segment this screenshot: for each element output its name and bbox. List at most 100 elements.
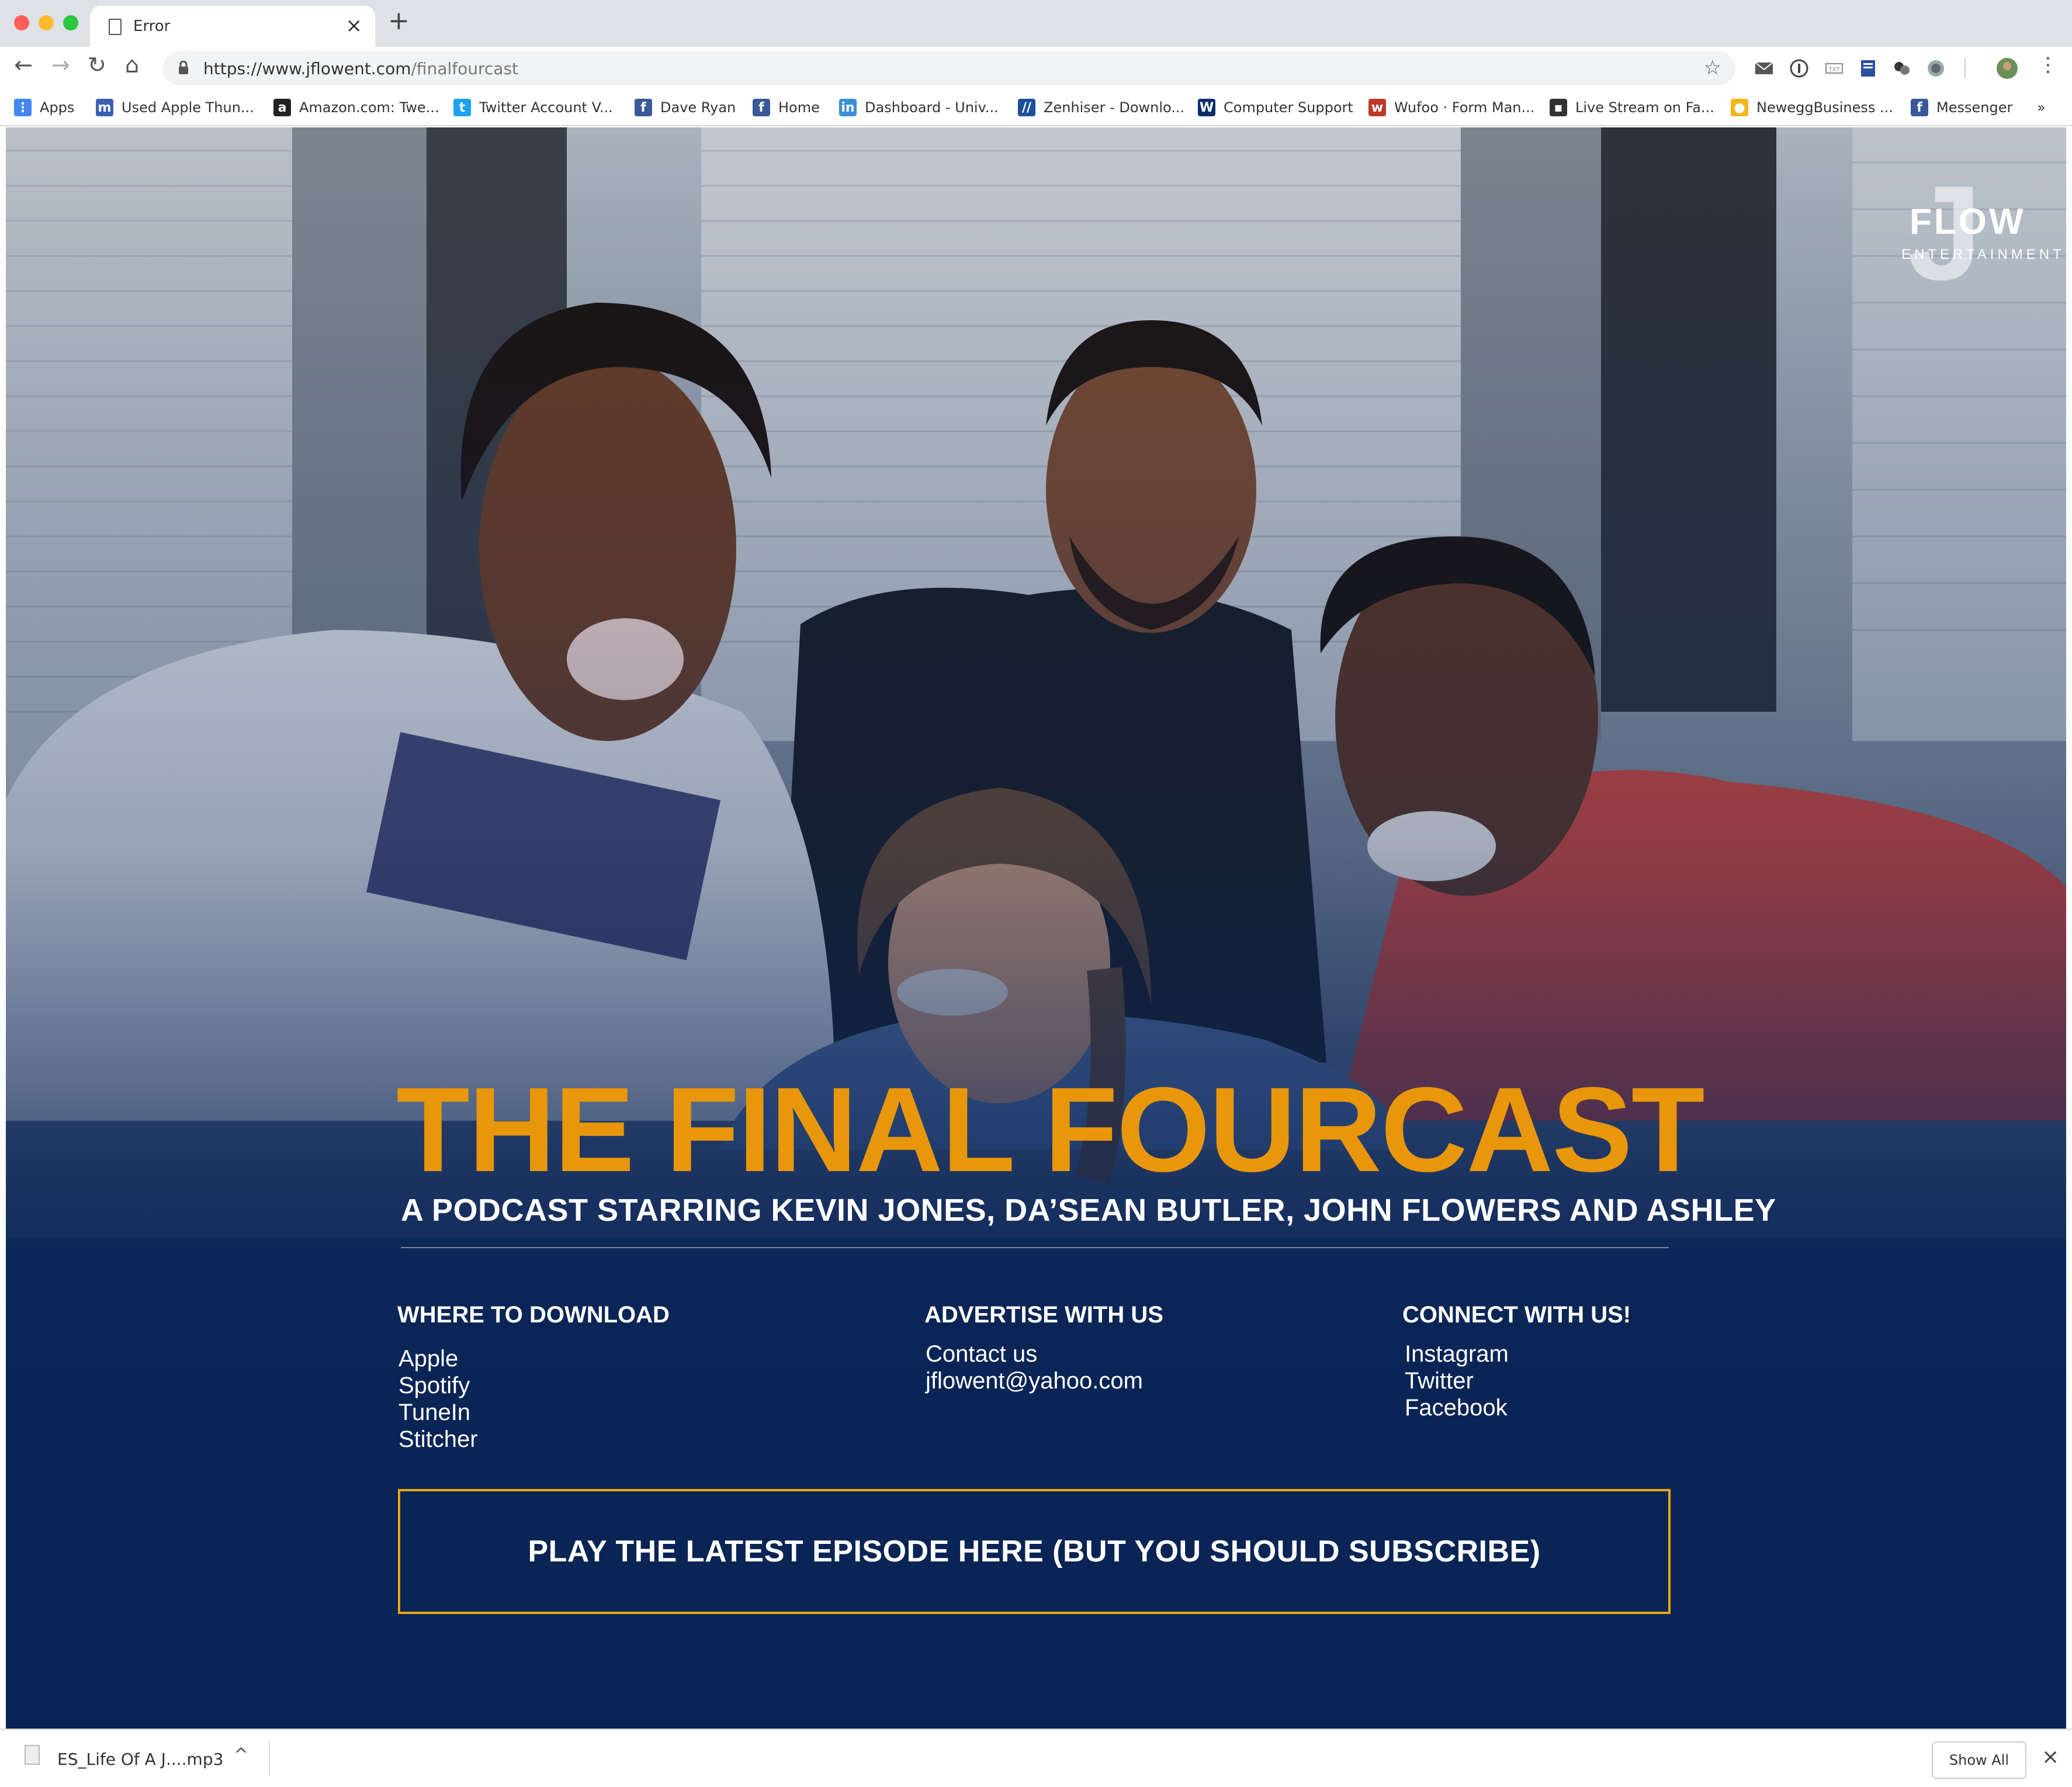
bookmark-item[interactable]: ▪ Live Stream on Fa... <box>1550 96 1714 119</box>
divider <box>401 1247 1669 1248</box>
jflow-logo: J FLOW ENTERTAINMENT <box>1890 166 2061 300</box>
tab-title: Error <box>133 18 171 35</box>
bookmarks-bar: ⋮ Apps m Used Apple Thun... a Amazon.com: Twe… <box>0 90 2072 126</box>
shelf-divider <box>269 1741 270 1776</box>
bookmark-star-icon[interactable]: ☆ <box>1704 56 1721 79</box>
bookmark-item[interactable]: f Home <box>753 96 820 119</box>
bookmark-label: Amazon.com: Twe... <box>299 99 439 116</box>
facebook-icon: f <box>1911 99 1928 116</box>
bookmark-item[interactable]: // Zenhiser - Downlo... <box>1018 96 1184 119</box>
close-shelf-icon[interactable]: × <box>2042 1745 2059 1769</box>
bookmark-item[interactable]: t Twitter Account V... <box>453 96 613 119</box>
bookmark-item[interactable]: m Used Apple Thun... <box>96 96 254 119</box>
link-facebook[interactable]: Facebook <box>1405 1394 1509 1421</box>
page-title: THE FINAL FOURCAST <box>396 1062 1705 1197</box>
dashboard-icon: in <box>839 99 857 116</box>
reader-extension-icon[interactable] <box>1858 58 1878 78</box>
amazon-icon: a <box>273 99 291 116</box>
address-bar[interactable]: https://www.jflowent.com/finalfourcast ☆ <box>162 51 1735 85</box>
bookmark-label: Twitter Account V... <box>479 99 613 116</box>
livestream-icon: ▪ <box>1550 99 1567 116</box>
link-stitcher[interactable]: Stitcher <box>399 1426 478 1453</box>
connect-heading: CONNECT WITH US! <box>1402 1302 1631 1328</box>
social-links: Instagram Twitter Facebook <box>1405 1341 1509 1421</box>
menu-kebab-icon[interactable]: ⋮ <box>2038 55 2058 75</box>
1password-extension-icon[interactable] <box>1789 58 1809 78</box>
profile-avatar[interactable] <box>1996 57 2018 79</box>
forward-icon[interactable]: → <box>51 54 70 76</box>
txt-extension-icon[interactable]: TXT <box>1824 58 1844 78</box>
bookmark-item[interactable]: in Dashboard - Univ... <box>839 96 999 119</box>
bookmark-label: Home <box>778 99 820 116</box>
logo-wordmark: FLOW <box>1910 202 2026 242</box>
bookmark-label: NeweggBusiness ... <box>1756 99 1893 116</box>
toolbar-divider <box>1964 58 1966 78</box>
show-all-button[interactable]: Show All <box>1932 1741 2026 1779</box>
url-text: https://www.jflowent.com/finalfourcast <box>203 59 519 78</box>
zenhiser-icon: // <box>1018 99 1035 116</box>
browser-window: Error × + ← → ↻ ⌂ https://www.jflowent.c… <box>0 0 2072 1787</box>
link-twitter[interactable]: Twitter <box>1405 1367 1509 1394</box>
tab-close-icon[interactable]: × <box>346 14 363 37</box>
close-window-button[interactable] <box>14 15 29 30</box>
link-instagram[interactable]: Instagram <box>1405 1341 1509 1367</box>
bookmark-item[interactable]: w Wufoo · Form Man... <box>1368 96 1534 119</box>
advertise-heading: ADVERTISE WITH US <box>924 1302 1163 1328</box>
link-tunein[interactable]: TuneIn <box>399 1399 478 1426</box>
svg-text:TXT: TXT <box>1828 67 1841 73</box>
logo-subtitle: ENTERTAINMENT <box>1901 247 2065 262</box>
chevron-up-icon[interactable]: ^ <box>234 1745 248 1765</box>
play-latest-episode-button[interactable]: PLAY THE LATEST EPISODE HERE (BUT YOU SH… <box>398 1489 1671 1614</box>
link-email[interactable]: jflowent@yahoo.com <box>926 1367 1143 1394</box>
link-spotify[interactable]: Spotify <box>399 1372 478 1399</box>
hero-photo <box>6 127 2066 1729</box>
minimize-window-button[interactable] <box>39 15 54 30</box>
new-tab-button[interactable]: + <box>388 8 410 34</box>
wv-icon: W <box>1198 99 1215 116</box>
advertise-links: Contact us jflowent@yahoo.com <box>926 1341 1143 1394</box>
audio-file-icon <box>25 1745 40 1765</box>
newegg-icon: ● <box>1731 99 1748 116</box>
tab-strip: Error × + <box>0 0 2072 47</box>
download-heading: WHERE TO DOWNLOAD <box>397 1302 670 1328</box>
bookmark-item[interactable]: a Amazon.com: Twe... <box>273 96 439 119</box>
bookmarks-overflow-icon[interactable]: » <box>2037 96 2046 119</box>
bookmark-label: Live Stream on Fa... <box>1575 99 1714 116</box>
apps-grid-icon: ⋮ <box>14 99 32 116</box>
mail-extension-icon[interactable] <box>1754 58 1774 78</box>
link-apple[interactable]: Apple <box>399 1345 478 1372</box>
reload-icon[interactable]: ↻ <box>88 54 106 76</box>
download-shelf: ES_Life Of A J....mp3 ^ Show All × <box>0 1729 2072 1787</box>
facebook-icon: f <box>635 99 652 116</box>
bookmark-label: Apps <box>40 99 75 116</box>
bookmark-item[interactable]: f Dave Ryan <box>635 96 736 119</box>
bookmark-item[interactable]: W Computer Support <box>1198 96 1353 119</box>
extension-icon[interactable] <box>1892 58 1912 78</box>
browser-toolbar: ← → ↻ ⌂ https://www.jflowent.com/finalfo… <box>0 47 2072 90</box>
bookmark-label: Dave Ryan <box>660 99 736 116</box>
bookmark-label: Used Apple Thun... <box>122 99 254 116</box>
wufoo-icon: w <box>1368 99 1386 116</box>
facebook-icon: f <box>753 99 770 116</box>
back-icon[interactable]: ← <box>14 54 33 76</box>
page-subtitle: A PODCAST STARRING KEVIN JONES, DA’SEAN … <box>401 1193 1776 1228</box>
bookmark-item[interactable]: f Messenger <box>1911 96 2012 119</box>
link-contact[interactable]: Contact us <box>926 1341 1143 1367</box>
m-icon: m <box>96 99 113 116</box>
bookmark-label: Wufoo · Form Man... <box>1394 99 1535 116</box>
download-filename[interactable]: ES_Life Of A J....mp3 <box>57 1750 223 1769</box>
bookmark-item[interactable]: ⋮ Apps <box>14 96 74 119</box>
bookmark-item[interactable]: ● NeweggBusiness ... <box>1731 96 1893 119</box>
bookmark-label: Computer Support <box>1224 99 1353 116</box>
bookmark-label: Messenger <box>1936 99 2013 116</box>
page-icon <box>109 19 122 35</box>
home-icon[interactable]: ⌂ <box>125 54 139 76</box>
twitter-icon: t <box>453 99 471 116</box>
bookmark-label: Zenhiser - Downlo... <box>1044 99 1185 116</box>
browser-tab[interactable]: Error × <box>90 6 375 47</box>
zoom-window-button[interactable] <box>63 15 78 30</box>
podcast-hero: J FLOW ENTERTAINMENT THE FINAL FOURCAST … <box>6 127 2066 1729</box>
lock-icon <box>179 61 188 74</box>
bookmark-label: Dashboard - Univ... <box>865 99 999 116</box>
globe-extension-icon[interactable] <box>1926 58 1946 78</box>
